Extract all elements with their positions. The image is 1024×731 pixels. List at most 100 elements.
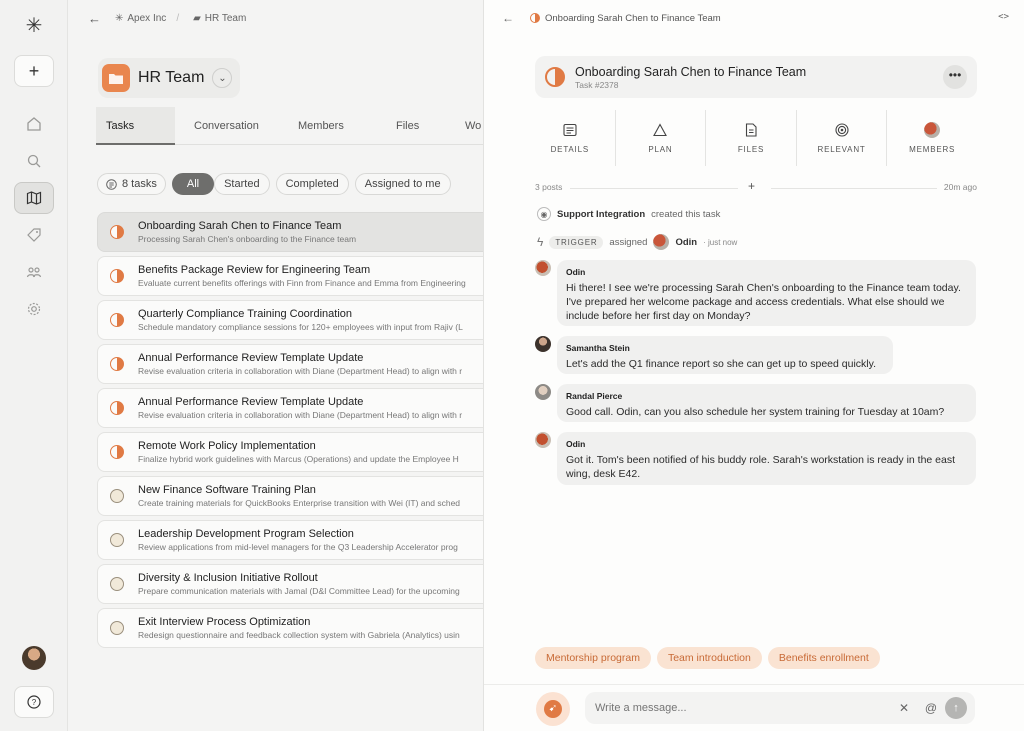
posts-count: 3 posts	[535, 182, 563, 192]
settings-button[interactable]	[14, 293, 54, 325]
task-detail-panel: ← Onboarding Sarah Chen to Finance Team …	[483, 0, 1024, 731]
detail-topbar: ← Onboarding Sarah Chen to Finance Team …	[484, 0, 1024, 36]
in-progress-status-icon	[110, 401, 124, 415]
arrow-up-icon: ↑	[953, 702, 959, 714]
divider-line	[570, 188, 738, 189]
open-status-icon	[110, 489, 124, 503]
team-name: HR Team	[138, 69, 205, 86]
list-item[interactable]: Annual Performance Review Template Updat…	[97, 388, 483, 428]
list-item[interactable]: Exit Interview Process Optimization Redes…	[97, 608, 483, 648]
team-folder-icon	[102, 64, 130, 92]
list-item[interactable]: New Finance Software Training Plan Create…	[97, 476, 483, 516]
open-status-icon	[110, 621, 124, 635]
tab-plan[interactable]: PLAN	[616, 110, 707, 166]
list-item[interactable]: Diversity & Inclusion Initiative Rollout…	[97, 564, 483, 604]
task-title: Onboarding Sarah Chen to Finance Team	[575, 64, 807, 79]
chevron-down-icon[interactable]: ⌄	[212, 68, 233, 88]
code-view-icon[interactable]: <>	[998, 12, 1009, 22]
open-status-icon	[110, 533, 124, 547]
integration-icon: ◉	[537, 207, 551, 221]
list-item[interactable]: Leadership Development Program Selection…	[97, 520, 483, 560]
tab-details[interactable]: DETAILS	[525, 110, 616, 166]
list-item[interactable]: Onboarding Sarah Chen to Finance Team Pro…	[97, 212, 483, 252]
breadcrumb-team[interactable]: ▰ HR Team	[193, 13, 246, 24]
people-button[interactable]	[14, 256, 54, 288]
magic-wand-icon[interactable]: ✕	[899, 701, 909, 715]
in-progress-status-icon	[110, 357, 124, 371]
filter-started[interactable]: Started	[214, 173, 270, 195]
tab-members[interactable]: Members	[298, 107, 344, 145]
mention-icon[interactable]: @	[925, 701, 937, 715]
detail-breadcrumb[interactable]: Onboarding Sarah Chen to Finance Team	[530, 13, 721, 24]
in-progress-status-icon[interactable]	[545, 67, 565, 87]
tab-files[interactable]: Files	[396, 107, 419, 145]
list-item[interactable]: Remote Work Policy Implementation Finaliz…	[97, 432, 483, 472]
tab-relevant[interactable]: RELEVANT	[797, 110, 888, 166]
people-icon	[26, 267, 42, 278]
home-button[interactable]	[14, 108, 54, 140]
filter-assigned[interactable]: Assigned to me	[354, 173, 451, 195]
map-button[interactable]	[14, 182, 54, 214]
message-bubble: Odin Hi there! I see we're processing Sa…	[557, 260, 976, 326]
avatar	[535, 260, 551, 276]
send-button[interactable]: ↑	[945, 697, 967, 719]
trigger-badge: TRIGGER	[549, 235, 604, 249]
task-created-event: ◉ Support Integration created this task	[537, 207, 720, 221]
search-button[interactable]	[14, 145, 54, 177]
message-composer: ➹ ✕ @ ↑	[484, 684, 1024, 731]
search-icon	[27, 154, 41, 168]
plus-icon: +	[28, 60, 40, 81]
list-item[interactable]: Benefits Package Review for Engineering …	[97, 256, 483, 296]
app-logo-icon[interactable]: ✳	[22, 14, 46, 38]
team-panel: ← ✳ Apex Inc / ▰ HR Team HR Team ⌄ Tasks C…	[68, 0, 483, 731]
breadcrumb-org[interactable]: ✳ Apex Inc	[115, 13, 166, 24]
tag-button[interactable]	[14, 219, 54, 251]
suggestion-chip[interactable]: Team introduction	[656, 647, 762, 669]
new-button[interactable]: +	[14, 55, 54, 87]
suggestion-chip[interactable]: Benefits enrollment	[767, 647, 880, 669]
tag-icon	[27, 228, 41, 242]
gear-icon	[27, 302, 41, 316]
lightning-icon: ϟ	[537, 235, 544, 249]
help-button[interactable]: ?	[14, 686, 54, 718]
suggestion-chip[interactable]: Mentorship program	[535, 647, 651, 669]
compass-icon: ➹	[544, 700, 562, 718]
task-header: Onboarding Sarah Chen to Finance Team Ta…	[535, 56, 977, 98]
suggestion-chips: Mentorship program Team introduction Ben…	[535, 647, 880, 669]
target-icon	[835, 122, 849, 138]
assignee-name[interactable]: Odin	[675, 237, 697, 248]
breadcrumb: ← ✳ Apex Inc / ▰ HR Team	[68, 0, 483, 36]
team-tabs: Tasks Conversation Members Files Wo	[96, 107, 483, 145]
task-count-chip: 8 tasks	[97, 173, 166, 195]
avatar	[535, 384, 551, 400]
team-selector[interactable]: HR Team ⌄	[98, 58, 241, 98]
tab-tasks[interactable]: Tasks	[96, 107, 175, 145]
help-icon: ?	[27, 695, 41, 709]
triangle-plan-icon	[653, 122, 668, 138]
filter-all[interactable]: All	[171, 173, 215, 195]
task-assigned-event: ϟ TRIGGER assigned Odin · just now	[537, 234, 738, 250]
breadcrumb-separator: /	[176, 12, 180, 24]
in-progress-status-icon	[530, 13, 540, 23]
list-item[interactable]: Quarterly Compliance Training Coordinati…	[97, 300, 483, 340]
filter-completed[interactable]: Completed	[275, 173, 349, 195]
open-status-icon	[110, 577, 124, 591]
tab-files[interactable]: FILES	[706, 110, 797, 166]
member-avatar	[924, 122, 941, 138]
tab-conversation[interactable]: Conversation	[194, 107, 259, 145]
avatar	[535, 432, 551, 448]
back-arrow-icon[interactable]: ←	[88, 11, 101, 26]
assignee-avatar	[653, 234, 670, 250]
more-options-button[interactable]: •••	[943, 65, 967, 89]
nav-rail: ✳ + ?	[0, 0, 68, 731]
compass-button[interactable]: ➹	[536, 692, 570, 726]
list-item[interactable]: Annual Performance Review Template Updat…	[97, 344, 483, 384]
tab-members[interactable]: MEMBERS	[887, 110, 977, 166]
message-input[interactable]	[595, 702, 875, 714]
back-arrow-icon[interactable]: ←	[502, 11, 514, 25]
message-bubble: Samantha Stein Let's add the Q1 finance …	[557, 336, 893, 374]
task-list: Onboarding Sarah Chen to Finance Team Pro…	[97, 212, 483, 652]
add-post-plus-icon[interactable]: +	[748, 179, 755, 193]
user-avatar[interactable]	[22, 646, 46, 670]
tab-workflows[interactable]: Wo	[465, 107, 481, 145]
